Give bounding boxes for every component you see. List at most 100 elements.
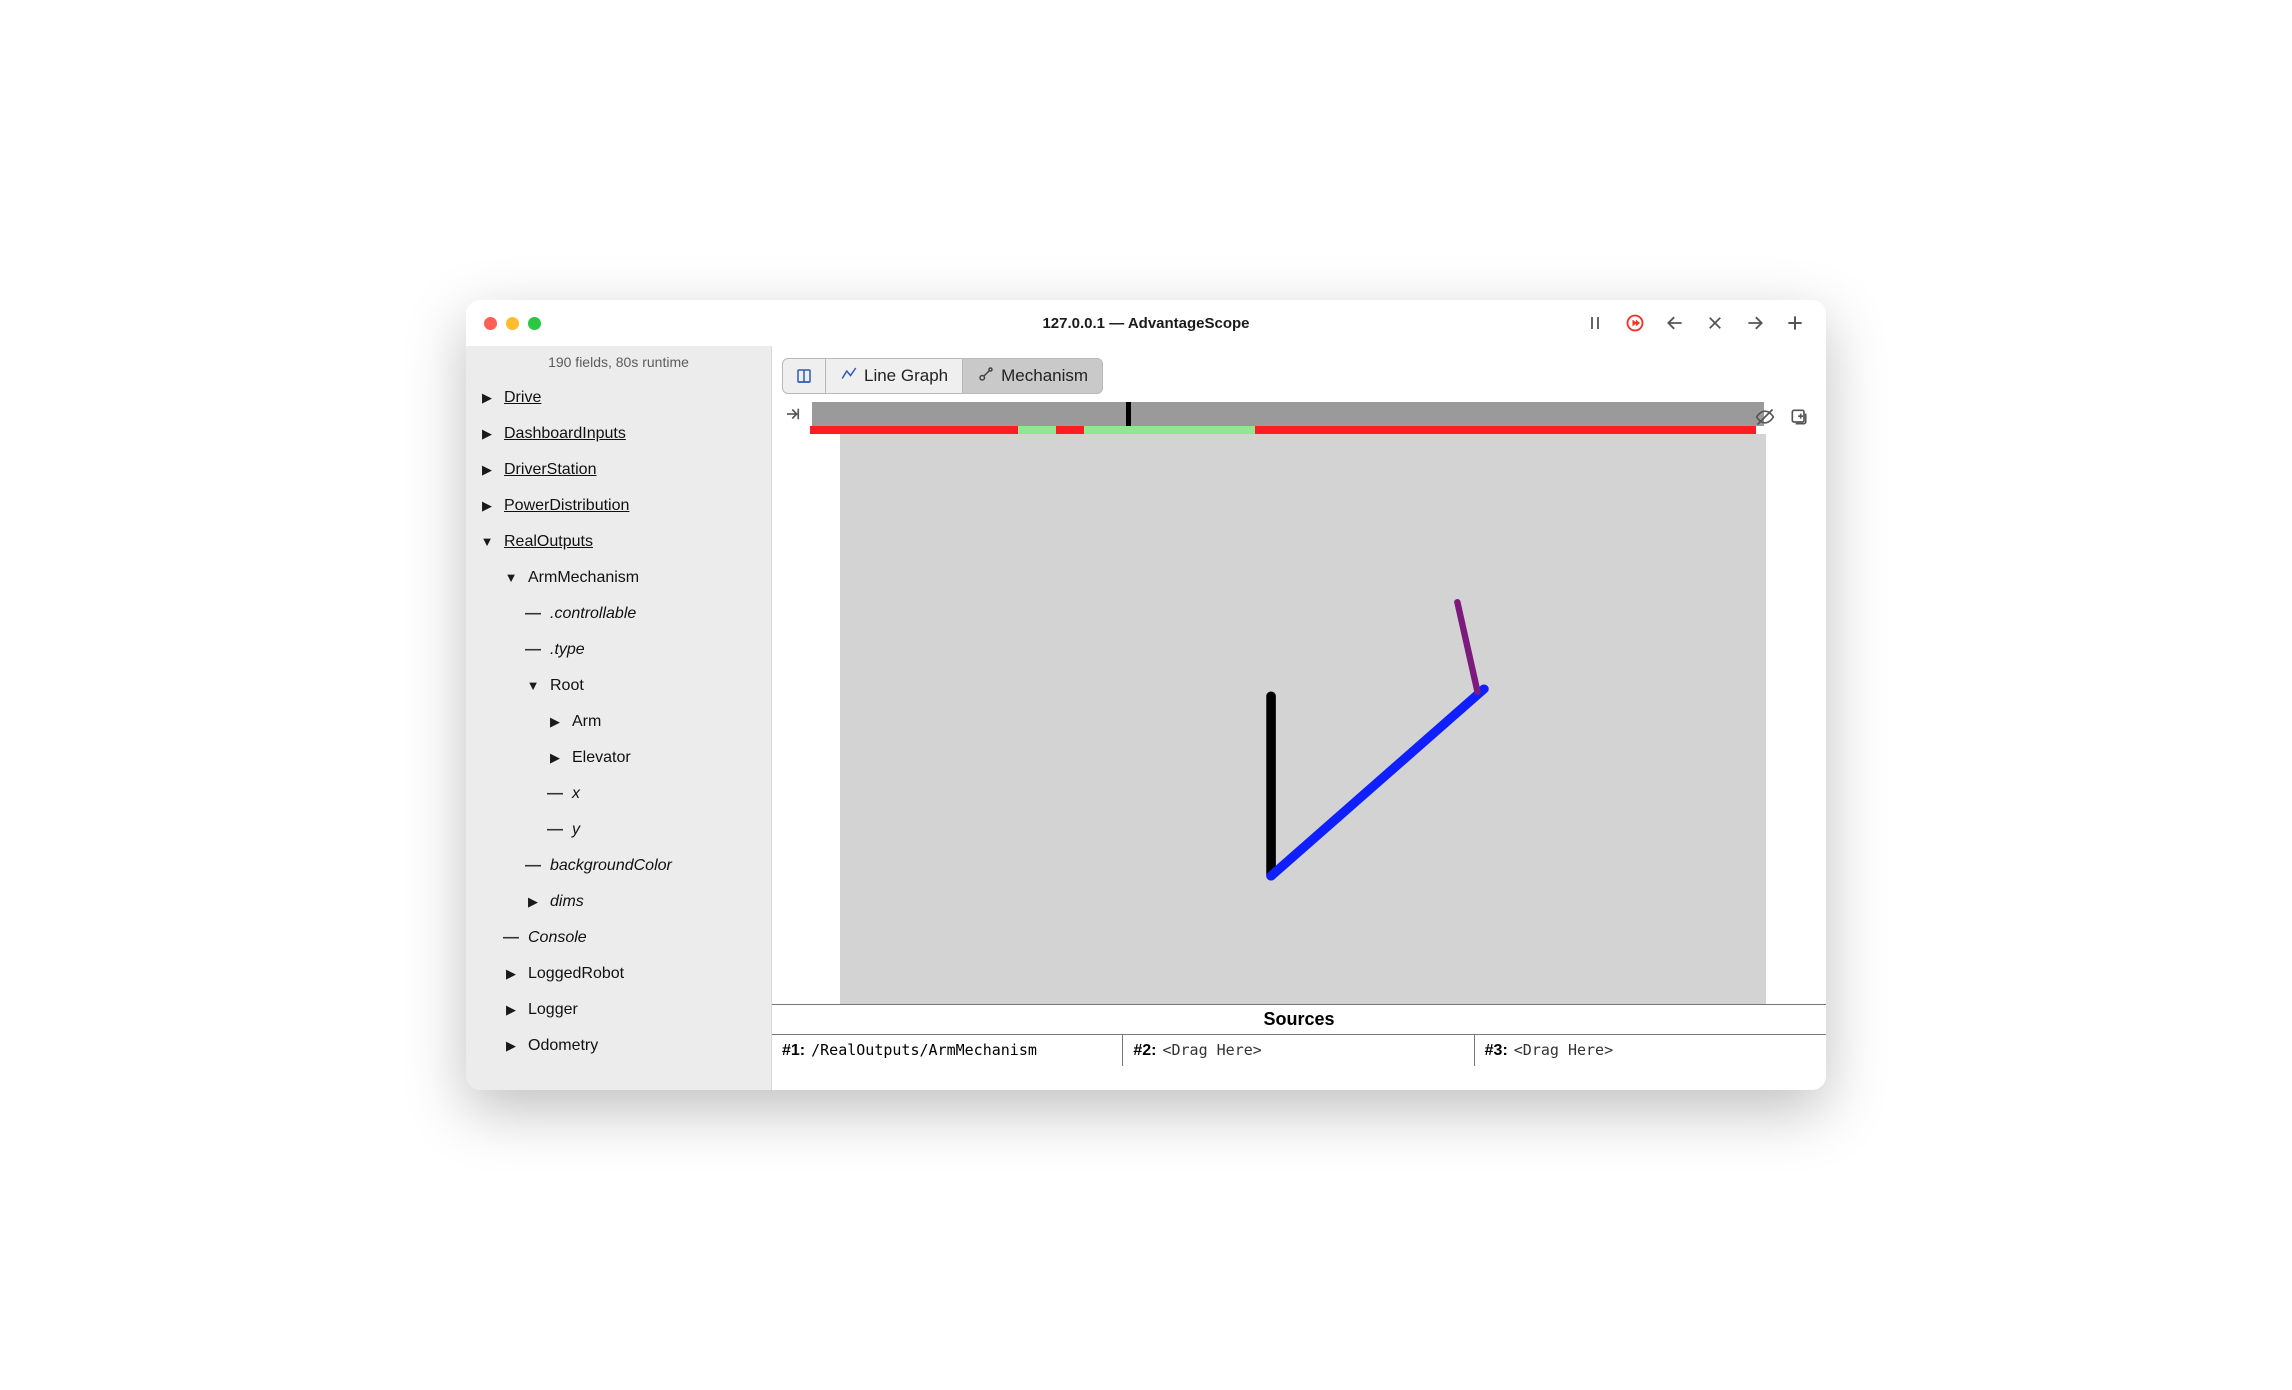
- tree-item[interactable]: ▼ ArmMechanism: [466, 560, 771, 596]
- tree-item-label: Arm: [572, 712, 601, 731]
- tree-item-label: Logger: [528, 1000, 578, 1019]
- tree-item[interactable]: —backgroundColor: [466, 848, 771, 884]
- tree-item[interactable]: ▶ DashboardInputs: [466, 416, 771, 452]
- source-slot[interactable]: #1: /RealOutputs/ArmMechanism: [772, 1035, 1123, 1066]
- chevron-right-icon[interactable]: ▶: [524, 894, 542, 910]
- window-title-address: 127.0.0.1: [1042, 315, 1105, 332]
- tab-docs[interactable]: [782, 358, 826, 394]
- tree-item[interactable]: ▶ Logger: [466, 992, 771, 1028]
- minimize-window-button[interactable]: [506, 317, 519, 330]
- field-tree[interactable]: ▶Drive▶DashboardInputs▶DriverStation▶Pow…: [466, 380, 771, 1090]
- tab-label: Line Graph: [864, 366, 948, 386]
- leaf-icon[interactable]: —: [502, 928, 520, 947]
- tree-item-label: Root: [550, 676, 584, 695]
- chevron-right-icon[interactable]: ▶: [502, 1038, 520, 1054]
- mechanism-canvas[interactable]: [840, 434, 1766, 1004]
- close-tab-icon[interactable]: [1704, 312, 1726, 334]
- back-icon[interactable]: [1664, 312, 1686, 334]
- source-slot-placeholder: <Drag Here>: [1162, 1041, 1261, 1059]
- visibility-icon[interactable]: [1754, 406, 1776, 428]
- chevron-down-icon[interactable]: ▼: [524, 678, 542, 694]
- tree-item[interactable]: —Console: [466, 920, 771, 956]
- tab-line-graph[interactable]: Line Graph: [826, 358, 963, 394]
- pause-icon[interactable]: [1584, 312, 1606, 334]
- chevron-right-icon[interactable]: ▶: [502, 1002, 520, 1018]
- tree-item[interactable]: —.type: [466, 632, 771, 668]
- chevron-down-icon[interactable]: ▼: [478, 534, 496, 550]
- leaf-icon[interactable]: —: [524, 856, 542, 875]
- leaf-icon[interactable]: —: [524, 640, 542, 659]
- tree-item[interactable]: ▼ Root: [466, 668, 771, 704]
- source-slot-number: #1:: [782, 1042, 805, 1060]
- mechanism-segment: [1271, 689, 1484, 876]
- leaf-icon[interactable]: —: [524, 604, 542, 623]
- source-slot-placeholder: <Drag Here>: [1514, 1041, 1613, 1059]
- tree-item-label: ArmMechanism: [528, 568, 639, 587]
- jump-to-end-icon[interactable]: [782, 403, 804, 425]
- tree-item[interactable]: ▶Drive: [466, 380, 771, 416]
- tab-label: Mechanism: [1001, 366, 1088, 386]
- tree-item-label: x: [572, 784, 580, 803]
- add-tab-icon[interactable]: [1784, 312, 1806, 334]
- leaf-icon[interactable]: —: [546, 820, 564, 839]
- popout-icon[interactable]: [1788, 406, 1810, 428]
- leaf-icon[interactable]: —: [546, 784, 564, 803]
- chevron-right-icon[interactable]: ▶: [478, 390, 496, 406]
- tree-item[interactable]: ▶dims: [466, 884, 771, 920]
- toolbar-actions: [1584, 312, 1826, 334]
- main-panel: Line Graph Mechanism: [772, 346, 1826, 1090]
- app-window: 127.0.0.1 — AdvantageScope: [466, 300, 1826, 1090]
- tree-item-label: PowerDistribution: [504, 496, 629, 515]
- chevron-right-icon[interactable]: ▶: [546, 714, 564, 730]
- tree-item[interactable]: ▶ Arm: [466, 704, 771, 740]
- tree-item-label: LoggedRobot: [528, 964, 624, 983]
- sources-panel: Sources #1: /RealOutputs/ArmMechanism #2: <…: [772, 1004, 1826, 1066]
- chart-icon: [840, 365, 858, 388]
- source-slot[interactable]: #3: <Drag Here>: [1475, 1035, 1826, 1066]
- tree-item[interactable]: —y: [466, 812, 771, 848]
- chevron-right-icon[interactable]: ▶: [478, 498, 496, 514]
- source-slot-number: #2:: [1133, 1042, 1156, 1060]
- tree-item[interactable]: — .controllable: [466, 596, 771, 632]
- tree-item-label: .controllable: [550, 604, 636, 623]
- timeline-track[interactable]: [812, 402, 1764, 426]
- chevron-right-icon[interactable]: ▶: [478, 426, 496, 442]
- chevron-right-icon[interactable]: ▶: [478, 462, 496, 478]
- status-segment: [1056, 426, 1084, 434]
- fullscreen-window-button[interactable]: [528, 317, 541, 330]
- sources-title: Sources: [772, 1005, 1826, 1035]
- chevron-right-icon[interactable]: ▶: [546, 750, 564, 766]
- sources-row: #1: /RealOutputs/ArmMechanism #2: <Drag Her…: [772, 1035, 1826, 1066]
- tab-group: Line Graph Mechanism: [782, 358, 1103, 394]
- record-icon[interactable]: [1624, 312, 1646, 334]
- source-slot-path: /RealOutputs/ArmMechanism: [811, 1041, 1037, 1059]
- tree-item[interactable]: ▶ PowerDistribution: [466, 488, 771, 524]
- tree-item-label: y: [572, 820, 580, 839]
- chevron-down-icon[interactable]: ▼: [502, 570, 520, 586]
- chevron-right-icon[interactable]: ▶: [502, 966, 520, 982]
- forward-icon[interactable]: [1744, 312, 1766, 334]
- tree-item[interactable]: ▶ LoggedRobot: [466, 956, 771, 992]
- tab-bar: Line Graph Mechanism: [772, 346, 1826, 402]
- timeline-status-strip: [810, 426, 1756, 434]
- window-title-appname: AdvantageScope: [1128, 315, 1250, 332]
- tree-item[interactable]: ▶ Elevator: [466, 740, 771, 776]
- titlebar: 127.0.0.1 — AdvantageScope: [466, 300, 1826, 346]
- source-slot[interactable]: #2: <Drag Here>: [1123, 1035, 1474, 1066]
- tree-item-label: Elevator: [572, 748, 631, 767]
- tree-item[interactable]: ▼ RealOutputs: [466, 524, 771, 560]
- close-window-button[interactable]: [484, 317, 497, 330]
- timeline-playhead[interactable]: [1126, 402, 1131, 426]
- tree-item[interactable]: ▶Odometry: [466, 1028, 771, 1064]
- timeline-area: [772, 402, 1826, 434]
- mechanism-icon: [977, 365, 995, 388]
- tree-item-label: RealOutputs: [504, 532, 593, 551]
- source-slot-number: #3:: [1485, 1042, 1508, 1060]
- traffic-lights: [466, 317, 541, 330]
- status-segment: [1084, 426, 1254, 434]
- tree-item[interactable]: ▶DriverStation: [466, 452, 771, 488]
- tab-mechanism[interactable]: Mechanism: [963, 358, 1103, 394]
- sidebar: 190 fields, 80s runtime ▶Drive▶Dashboard…: [466, 346, 772, 1090]
- tree-item-label: DashboardInputs: [504, 424, 626, 443]
- tree-item[interactable]: —x: [466, 776, 771, 812]
